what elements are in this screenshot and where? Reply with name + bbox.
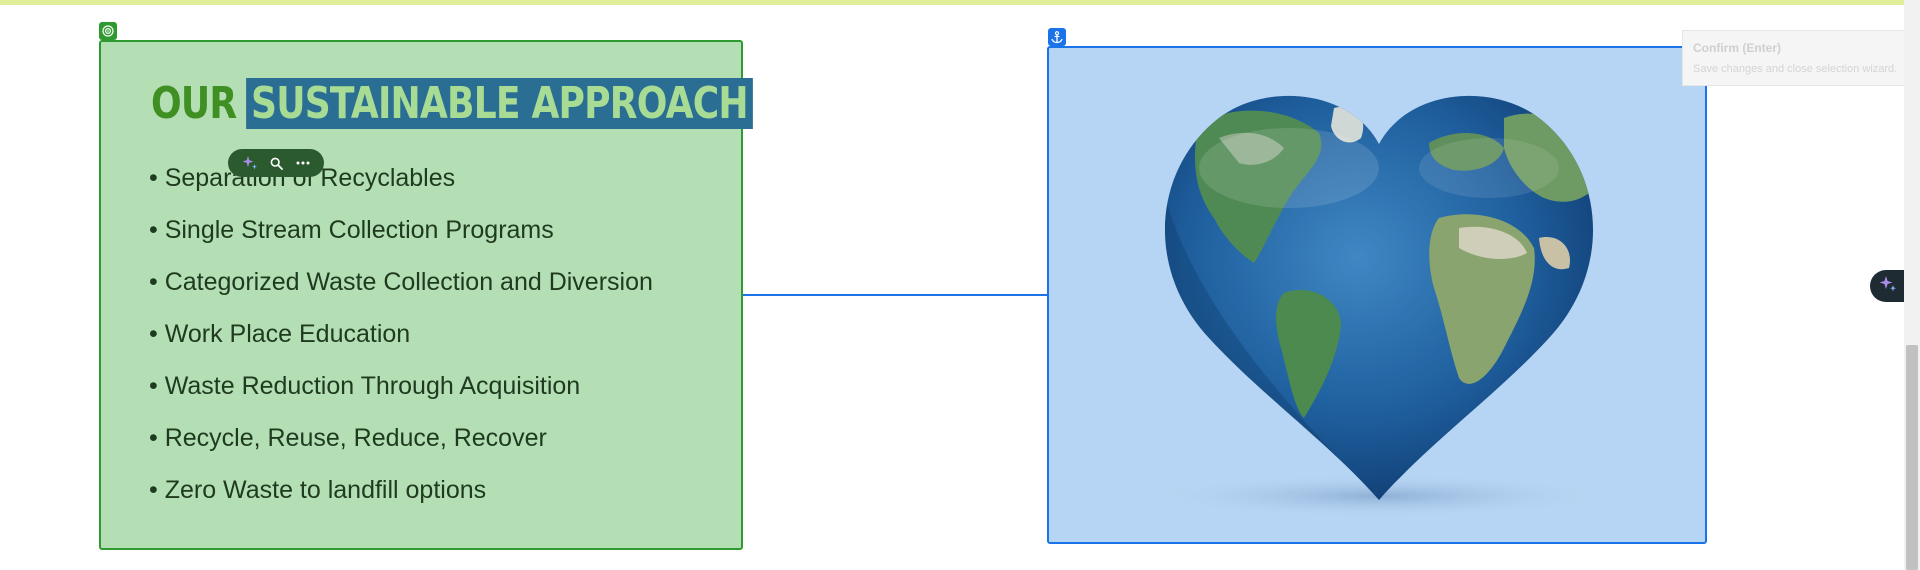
- inline-format-toolbar: [228, 149, 324, 177]
- tooltip-description: Save changes and close selection wizard.: [1693, 63, 1898, 75]
- top-accent-strip: [0, 0, 1904, 5]
- more-icon[interactable]: [296, 161, 310, 165]
- search-icon[interactable]: [270, 157, 284, 170]
- list-item: • Separation of Recyclables: [149, 164, 456, 192]
- text-block[interactable]: OUR SUSTAINABLE APPROACH • Separation of …: [99, 40, 753, 550]
- heading-selected-text[interactable]: SUSTAINABLE APPROACH: [246, 78, 753, 129]
- list-item: • Zero Waste to landfill options: [149, 476, 487, 504]
- list-item: • Single Stream Collection Programs: [149, 216, 554, 244]
- earth-heart-image: [1149, 95, 1609, 518]
- connector-line: [743, 294, 1047, 296]
- bullet-list: • Separation of Recyclables • Single Str…: [149, 152, 653, 516]
- ai-assistant-button[interactable]: [1870, 270, 1906, 302]
- scrollbar-thumb[interactable]: [1906, 345, 1918, 570]
- image-block[interactable]: [1047, 46, 1707, 544]
- list-item: • Recycle, Reuse, Reduce, Recover: [149, 424, 547, 452]
- anchor-icon[interactable]: [1048, 28, 1066, 46]
- list-item: • Waste Reduction Through Acquisition: [149, 372, 581, 400]
- heading-word-our: OUR: [151, 78, 237, 129]
- target-icon[interactable]: [99, 22, 117, 40]
- sparkle-icon: [1878, 274, 1898, 298]
- confirm-tooltip: Confirm (Enter) Save changes and close s…: [1682, 30, 1920, 86]
- list-item: • Work Place Education: [149, 320, 411, 348]
- list-item: • Categorized Waste Collection and Diver…: [149, 268, 653, 296]
- page-title[interactable]: OUR SUSTAINABLE APPROACH: [151, 68, 753, 140]
- sparkle-icon[interactable]: [242, 155, 258, 171]
- tooltip-title: Confirm (Enter): [1693, 41, 1781, 55]
